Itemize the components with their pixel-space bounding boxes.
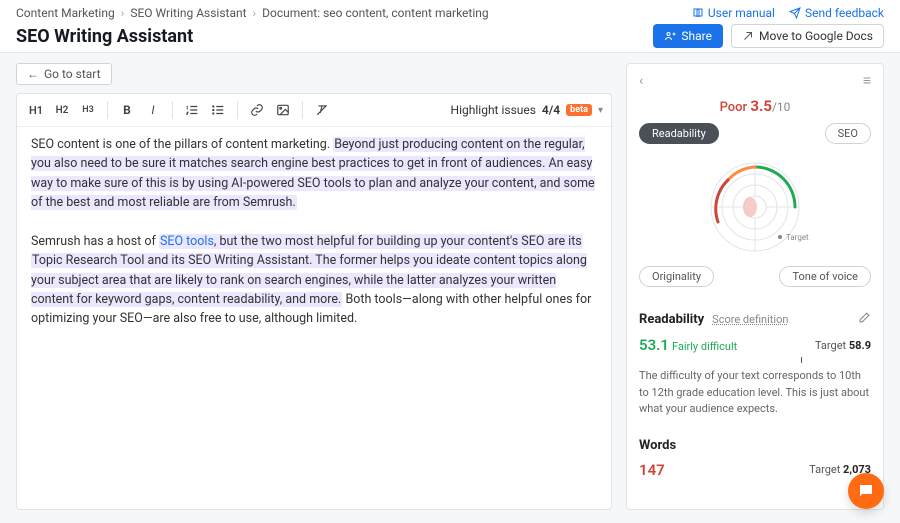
book-icon bbox=[692, 7, 704, 19]
overall-score: Poor 3.5/10 bbox=[639, 91, 871, 123]
seo-tools-link[interactable]: SEO tools bbox=[160, 234, 214, 249]
score-card: ‹ ≡ Poor 3.5/10 Readability SEO bbox=[626, 63, 884, 510]
editor-column: ← Go to start H1 H2 H3 B I bbox=[16, 63, 612, 510]
radar-target-label: Target bbox=[786, 233, 809, 242]
toolbar-separator bbox=[172, 101, 173, 119]
chevron-down-icon[interactable]: ▾ bbox=[598, 105, 603, 116]
text: , but the two most helpful for building … bbox=[214, 234, 582, 249]
chat-icon bbox=[857, 482, 875, 500]
user-manual-link[interactable]: User manual bbox=[692, 6, 775, 20]
chevron-right-icon: › bbox=[121, 6, 125, 20]
text: Semrush has a host of bbox=[31, 234, 159, 249]
link-icon bbox=[250, 103, 264, 117]
words-section-title: Words bbox=[639, 438, 871, 453]
arrow-left-icon: ← bbox=[27, 67, 39, 81]
heading2-button[interactable]: H2 bbox=[51, 99, 73, 121]
pill-readability[interactable]: Readability bbox=[639, 123, 719, 144]
score-value: 3.5 bbox=[750, 97, 772, 115]
go-to-start-button[interactable]: ← Go to start bbox=[16, 63, 112, 85]
user-manual-label: User manual bbox=[708, 6, 775, 20]
readability-section-title: Readability Score definition bbox=[639, 311, 871, 328]
breadcrumb: Content Marketing › SEO Writing Assistan… bbox=[16, 6, 884, 20]
unordered-list-icon bbox=[211, 103, 225, 117]
words-value: 147 bbox=[639, 461, 665, 479]
highlight-issues-label: Highlight issues bbox=[451, 103, 536, 117]
readability-title: Readability bbox=[639, 312, 704, 327]
heading3-button[interactable]: H3 bbox=[77, 99, 99, 121]
move-to-google-docs-label: Move to Google Docs bbox=[759, 29, 873, 43]
target-label: Target bbox=[809, 463, 840, 476]
send-icon bbox=[789, 7, 801, 19]
clear-format-icon bbox=[315, 103, 329, 117]
workspace: ← Go to start H1 H2 H3 B I bbox=[0, 53, 900, 520]
toolbar-separator bbox=[237, 101, 238, 119]
panel-menu-button[interactable]: ≡ bbox=[863, 72, 871, 89]
top-bar: Content Marketing › SEO Writing Assistan… bbox=[0, 0, 900, 53]
editor-toolbar: H1 H2 H3 B I bbox=[17, 94, 611, 127]
readability-metric: 53.1 Fairly difficult Target 58.9 bbox=[639, 328, 871, 354]
radar-chart: Target bbox=[639, 148, 871, 264]
breadcrumb-document: Document: seo content, content marketing bbox=[262, 6, 488, 20]
score-quality-label: Poor bbox=[720, 100, 748, 115]
share-button[interactable]: Share bbox=[653, 24, 723, 48]
words-title: Words bbox=[639, 438, 676, 453]
page-title: SEO Writing Assistant bbox=[16, 26, 193, 47]
score-column: ‹ ≡ Poor 3.5/10 Readability SEO bbox=[626, 63, 884, 510]
collapse-panel-button[interactable]: ‹ bbox=[639, 73, 643, 89]
unordered-list-button[interactable] bbox=[207, 99, 229, 121]
link-button[interactable] bbox=[246, 99, 268, 121]
send-feedback-link[interactable]: Send feedback bbox=[789, 6, 884, 20]
external-arrow-icon bbox=[742, 30, 754, 42]
highlighted-text[interactable]: SEO tools, but the two most helpful for … bbox=[159, 234, 583, 249]
readability-target: 58.9 bbox=[849, 339, 871, 352]
italic-button[interactable]: I bbox=[142, 99, 164, 121]
paragraph[interactable]: SEO content is one of the pillars of con… bbox=[31, 135, 597, 213]
pill-seo[interactable]: SEO bbox=[825, 123, 871, 144]
help-chat-button[interactable] bbox=[848, 473, 884, 509]
highlight-issues-count: 4/4 bbox=[542, 103, 560, 117]
paragraph[interactable]: Semrush has a host of SEO tools, but the… bbox=[31, 232, 597, 329]
bold-button[interactable]: B bbox=[116, 99, 138, 121]
user-plus-icon bbox=[664, 30, 676, 42]
pencil-icon bbox=[858, 311, 871, 324]
text: SEO content is one of the pillars of con… bbox=[31, 137, 333, 152]
go-to-start-label: Go to start bbox=[44, 67, 101, 81]
readability-qualifier: Fairly difficult bbox=[672, 340, 737, 353]
image-button[interactable] bbox=[272, 99, 294, 121]
toolbar-separator bbox=[302, 101, 303, 119]
reading-time: Reading time: 35 sec bbox=[639, 505, 871, 511]
breadcrumb-seo-writing-assistant[interactable]: SEO Writing Assistant bbox=[130, 6, 246, 20]
ordered-list-button[interactable] bbox=[181, 99, 203, 121]
readability-value: 53.1 bbox=[639, 336, 669, 354]
words-metric: 147 Target 2,073 bbox=[639, 453, 871, 479]
image-icon bbox=[276, 103, 290, 117]
highlight-issues-toggle[interactable]: Highlight issues 4/4 bbox=[451, 103, 561, 117]
ordered-list-icon bbox=[185, 103, 199, 117]
toolbar-separator bbox=[107, 101, 108, 119]
score-outof: /10 bbox=[772, 100, 790, 114]
target-label: Target bbox=[815, 339, 846, 352]
share-label: Share bbox=[681, 29, 712, 43]
send-feedback-label: Send feedback bbox=[805, 6, 884, 20]
clear-format-button[interactable] bbox=[311, 99, 333, 121]
chevron-right-icon: › bbox=[253, 6, 257, 20]
score-definition-link[interactable]: Score definition bbox=[712, 313, 788, 326]
edit-readability-button[interactable] bbox=[858, 311, 871, 328]
editor-card: H1 H2 H3 B I bbox=[16, 93, 612, 510]
breadcrumb-content-marketing[interactable]: Content Marketing bbox=[16, 6, 115, 20]
editor-body[interactable]: SEO content is one of the pillars of con… bbox=[17, 127, 611, 509]
beta-badge: beta bbox=[566, 104, 592, 116]
heading1-button[interactable]: H1 bbox=[25, 99, 47, 121]
pill-originality[interactable]: Originality bbox=[639, 266, 714, 287]
move-to-google-docs-button[interactable]: Move to Google Docs bbox=[731, 24, 884, 48]
readability-description: The difficulty of your text corresponds … bbox=[639, 360, 871, 418]
pill-tone-of-voice[interactable]: Tone of voice bbox=[779, 266, 871, 287]
